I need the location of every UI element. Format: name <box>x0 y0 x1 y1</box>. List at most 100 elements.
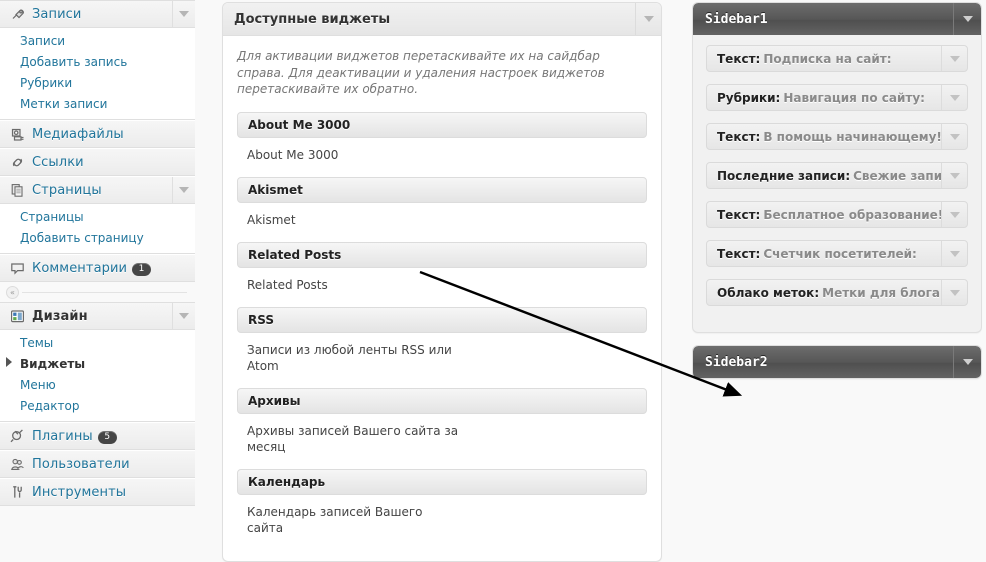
sidebar-item-appearance[interactable]: Дизайн <box>0 302 195 330</box>
widget-title: About Me 3000 <box>248 117 351 132</box>
assigned-widget-name: Навигация по сайту: <box>783 90 925 105</box>
sidebar-item-tools[interactable]: Инструменты <box>0 478 195 506</box>
available-widgets-body: Для активации виджетов перетаскивайте их… <box>223 36 661 560</box>
assigned-widget[interactable]: Текст: Подписка на сайт: <box>706 45 968 72</box>
assigned-widget[interactable]: Рубрики: Навигация по сайту: <box>706 84 968 111</box>
assigned-widget-name: Подписка на сайт: <box>763 51 892 66</box>
chevron-down-icon[interactable] <box>941 280 967 305</box>
sidebar-box-header[interactable]: Sidebar1 <box>693 3 981 35</box>
assigned-widget[interactable]: Облако меток: Метки для блога: <box>706 279 968 306</box>
assigned-widget-type: Облако меток: <box>717 285 820 300</box>
sidebar-item-pages[interactable]: Страницы <box>0 176 195 204</box>
submenu-item-рубрики[interactable]: Рубрики <box>0 73 195 94</box>
assigned-widget-label: Облако меток: Метки для блога: <box>707 280 941 305</box>
menu-group-comments: Комментарии 1 <box>0 254 195 282</box>
widget-title: Архивы <box>248 393 301 408</box>
submenu-item-страницы[interactable]: Страницы <box>0 207 195 228</box>
assigned-widget-label: Рубрики: Навигация по сайту: <box>707 85 941 110</box>
submenu-item-label: Добавить запись <box>20 55 128 69</box>
chevron-down-icon[interactable] <box>941 46 967 71</box>
available-widgets-header[interactable]: Доступные виджеты <box>223 3 661 36</box>
widget-drag-handle[interactable]: Related Posts <box>237 241 647 268</box>
collapse-menu-row: « <box>0 282 195 302</box>
submenu-item-добавить-запись[interactable]: Добавить запись <box>0 52 195 73</box>
chevron-down-icon[interactable] <box>172 1 195 27</box>
widget-title: RSS <box>248 312 274 327</box>
sidebar-item-users[interactable]: Пользователи <box>0 450 195 478</box>
assigned-widget-type: Текст: <box>717 51 761 66</box>
assigned-widget-label: Текст: Подписка на сайт: <box>707 46 941 71</box>
sidebar-item-label: Плагины 5 <box>32 429 195 444</box>
assigned-widget[interactable]: Текст: Счетчик посетителей: <box>706 240 968 267</box>
submenu-appearance: Темы Виджеты Меню Редактор <box>0 330 195 422</box>
sidebar-item-plugins[interactable]: Плагины 5 <box>0 422 195 450</box>
chevron-down-icon[interactable] <box>953 346 981 378</box>
sidebar-boxes-column: Sidebar1 Текст: Подписка на сайт: Рубрики: Н… <box>692 2 982 391</box>
available-widget[interactable]: Akismet Akismet <box>237 176 647 228</box>
widget-drag-handle[interactable]: Архивы <box>237 387 647 414</box>
widget-drag-handle[interactable]: About Me 3000 <box>237 111 647 138</box>
sidebar-item-label: Записи <box>32 6 82 22</box>
assigned-widget-label: Текст: В помощь начинающему! <box>707 124 941 149</box>
sidebar-box-header[interactable]: Sidebar2 <box>693 346 981 378</box>
assigned-widget-label: Последние записи:Свежие записи <box>707 163 941 188</box>
chevron-down-icon[interactable] <box>941 85 967 110</box>
available-widget[interactable]: Архивы Архивы записей Вашего сайта за мес… <box>237 387 647 455</box>
menu-group-appearance: Дизайн Темы Виджеты Меню Редактор <box>0 302 195 422</box>
assigned-widget-name: Бесплатное образование! <box>763 207 941 222</box>
submenu-item-label: Виджеты <box>20 357 86 371</box>
assigned-widget-label: Текст: Счетчик посетителей: <box>707 241 941 266</box>
sidebar-box-title: Sidebar1 <box>705 11 768 27</box>
collapse-menu-icon[interactable]: « <box>6 285 19 299</box>
widget-drag-handle[interactable]: Календарь <box>237 468 647 495</box>
submenu-item-виджеты[interactable]: Виджеты <box>0 354 195 375</box>
current-item-arrow-icon <box>6 357 12 367</box>
submenu-item-темы[interactable]: Темы <box>0 333 195 354</box>
sidebar-item-media[interactable]: Медиафайлы <box>0 120 195 148</box>
widget-drag-handle[interactable]: Akismet <box>237 176 647 203</box>
sidebar-box-title: Sidebar2 <box>705 354 768 370</box>
sidebar-item-label: Страницы <box>32 182 102 198</box>
chevron-down-icon[interactable] <box>941 124 967 149</box>
link-icon <box>8 153 26 171</box>
widget-title: Календарь <box>248 474 326 489</box>
submenu-item-записи[interactable]: Записи <box>0 31 195 52</box>
widget-title: Related Posts <box>248 247 342 262</box>
assigned-widget-type: Последние записи: <box>717 168 851 183</box>
sidebar-item-label: Инструменты <box>32 484 127 500</box>
chevron-down-icon[interactable] <box>941 202 967 227</box>
chevron-down-icon[interactable] <box>172 303 195 329</box>
menu-group-plugins: Плагины 5 <box>0 422 195 450</box>
chevron-down-icon[interactable] <box>941 163 967 188</box>
users-icon <box>8 455 26 473</box>
count-badge: 5 <box>97 430 117 444</box>
submenu-item-метки-записи[interactable]: Метки записи <box>0 94 195 115</box>
available-widget[interactable]: Календарь Календарь записей Вашего сайта <box>237 468 647 536</box>
submenu-item-добавить-страницу[interactable]: Добавить страницу <box>0 228 195 249</box>
submenu-item-label: Записи <box>20 34 66 48</box>
chevron-down-icon[interactable] <box>172 177 195 203</box>
sidebar-item-posts[interactable]: Записи <box>0 0 195 28</box>
assigned-widget[interactable]: Текст: В помощь начинающему! <box>706 123 968 150</box>
page-icon <box>8 181 26 199</box>
sidebar-item-links[interactable]: Ссылки <box>0 148 195 176</box>
submenu-item-меню[interactable]: Меню <box>0 375 195 396</box>
sidebar-item-label: Комментарии 1 <box>32 261 195 276</box>
chevron-down-icon[interactable] <box>941 241 967 266</box>
available-widget[interactable]: RSS Записи из любой ленты RSS или Atom <box>237 306 647 374</box>
menu-group-pages: Страницы Страницы Добавить страницу <box>0 176 195 254</box>
sidebar-item-comments[interactable]: Комментарии 1 <box>0 254 195 282</box>
submenu-item-редактор[interactable]: Редактор <box>0 396 195 417</box>
plug-icon <box>8 427 26 445</box>
collapse-divider <box>22 291 187 293</box>
chevron-down-icon[interactable] <box>635 3 661 35</box>
available-widget[interactable]: Related Posts Related Posts <box>237 241 647 293</box>
assigned-widget[interactable]: Последние записи:Свежие записи <box>706 162 968 189</box>
chevron-down-icon[interactable] <box>953 3 981 35</box>
assigned-widget[interactable]: Текст: Бесплатное образование! <box>706 201 968 228</box>
submenu-posts: Записи Добавить запись Рубрики Метки записи <box>0 28 195 120</box>
widget-drag-handle[interactable]: RSS <box>237 306 647 333</box>
submenu-item-label: Рубрики <box>20 76 73 90</box>
menu-group-users: Пользователи <box>0 450 195 478</box>
available-widget[interactable]: About Me 3000 About Me 3000 <box>237 111 647 163</box>
